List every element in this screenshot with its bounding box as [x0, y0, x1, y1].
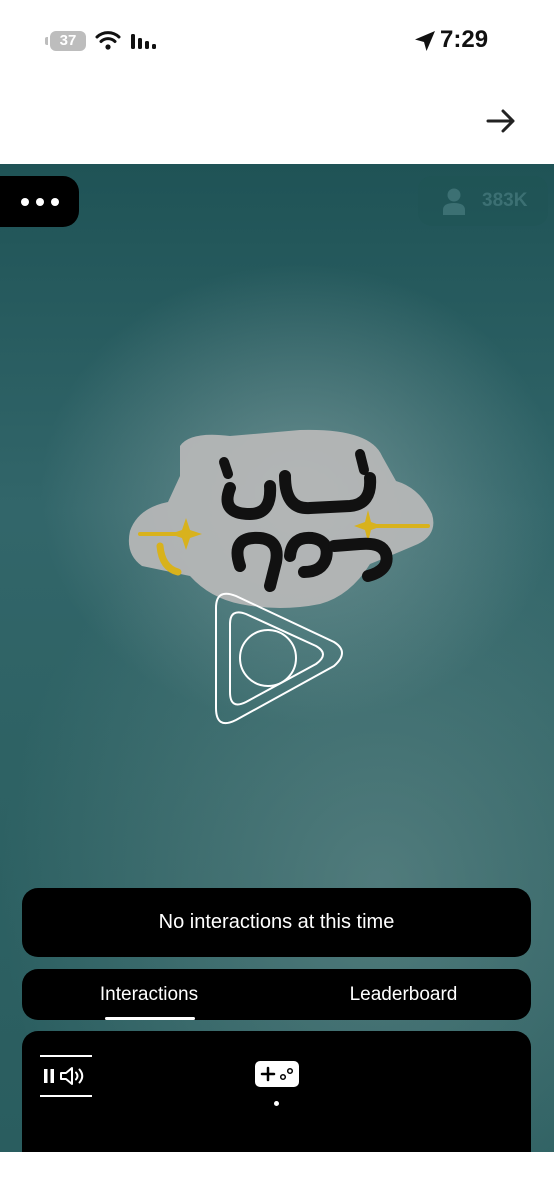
wifi-icon: [95, 31, 121, 50]
bottom-safe-area: [0, 1152, 554, 1200]
signal-icon: [131, 34, 156, 49]
more-dot-icon: [50, 197, 59, 206]
tab-interactions[interactable]: Interactions: [22, 969, 276, 1020]
gamepad-icon[interactable]: [255, 1061, 299, 1087]
tab-leaderboard[interactable]: Leaderboard: [276, 969, 531, 1020]
divider: [40, 1095, 92, 1097]
battery-icon: 37: [45, 31, 86, 51]
more-dot-icon: [20, 197, 29, 206]
viewer-count: 383K: [482, 190, 528, 211]
pause-icon: [44, 1069, 54, 1083]
play-icon[interactable]: [204, 584, 350, 734]
stream-stage: 383K No interactions at this time Intera…: [0, 164, 554, 1152]
media-controls-button[interactable]: [40, 1055, 92, 1099]
tab-bar: Interactions Leaderboard: [22, 969, 531, 1020]
interaction-notice: No interactions at this time: [22, 888, 531, 957]
more-dot-icon: [35, 197, 44, 206]
active-tab-indicator: [105, 1017, 195, 1020]
divider: [40, 1055, 92, 1057]
location-arrow-icon: [415, 31, 435, 51]
user-icon: [443, 188, 465, 215]
more-options-button[interactable]: [0, 176, 79, 227]
nav-bar: [0, 82, 554, 164]
status-bar: 37 7:29: [0, 0, 554, 82]
forward-arrow-icon[interactable]: [484, 104, 518, 138]
page-indicator-dot: [274, 1101, 279, 1106]
speaker-icon: [60, 1067, 84, 1085]
control-panel: [22, 1031, 531, 1152]
viewer-count-badge: 383K: [418, 176, 548, 226]
clock: 7:29: [440, 26, 489, 53]
